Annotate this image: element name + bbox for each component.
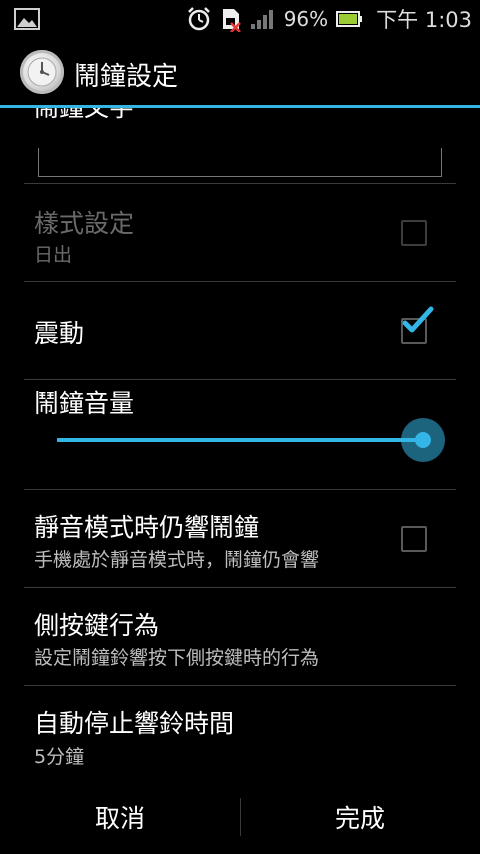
- list-divider: [24, 281, 456, 282]
- vibrate-title: 震動: [34, 319, 85, 348]
- silent-mode-title: 靜音模式時仍響鬧鐘: [34, 513, 260, 542]
- settings-list: 鬧鐘文字 樣式設定 日出 震動 鬧鐘音量 靜音模式時仍響鬧鐘 手機處於靜音模式時…: [0, 108, 480, 780]
- list-divider: [24, 587, 456, 588]
- alarm-volume-title: 鬧鐘音量: [34, 389, 135, 418]
- list-divider: [24, 489, 456, 490]
- alarm-label-title: 鬧鐘文字: [34, 108, 134, 124]
- vibrate-checkbox[interactable]: [401, 306, 434, 344]
- volume-slider-track[interactable]: [57, 438, 423, 442]
- alarm-clock-icon: [187, 7, 210, 31]
- auto-stop-title: 自動停止響鈴時間: [34, 709, 235, 738]
- style-setting-title: 樣式設定: [34, 209, 135, 238]
- style-setting-value: 日出: [34, 244, 73, 266]
- no-sim-icon: [222, 9, 241, 32]
- checkmark-icon: [402, 306, 434, 333]
- volume-slider-thumb[interactable]: [415, 432, 431, 448]
- silent-mode-checkbox[interactable]: [401, 526, 427, 552]
- done-button[interactable]: 完成: [240, 780, 480, 854]
- list-divider: [24, 379, 456, 380]
- clock-app-icon[interactable]: [20, 50, 64, 94]
- clock-face-icon: [27, 57, 57, 87]
- action-bar: 鬧鐘設定: [0, 38, 480, 108]
- cancel-button[interactable]: 取消: [0, 780, 240, 854]
- list-divider: [24, 685, 456, 686]
- signal-icon: [250, 10, 273, 29]
- status-icons: 96% 下午 1:03: [186, 0, 472, 38]
- page-title: 鬧鐘設定: [74, 62, 179, 92]
- alarm-label-input[interactable]: [38, 148, 442, 177]
- status-time: 下午 1:03: [376, 8, 472, 32]
- side-button-summary: 設定鬧鐘鈴響按下側按鍵時的行為: [34, 647, 320, 669]
- list-divider: [24, 183, 456, 184]
- battery-icon: [336, 11, 363, 27]
- battery-percent: 96%: [283, 7, 329, 31]
- style-setting-checkbox: [401, 220, 427, 246]
- auto-stop-value: 5分鐘: [34, 746, 85, 768]
- silent-mode-summary: 手機處於靜音模式時，鬧鐘仍會響: [34, 549, 320, 571]
- image-icon: [14, 8, 40, 30]
- status-bar: 96% 下午 1:03: [0, 0, 480, 38]
- dialog-button-bar: 取消 完成: [0, 780, 480, 854]
- side-button-title: 側按鍵行為: [34, 611, 160, 640]
